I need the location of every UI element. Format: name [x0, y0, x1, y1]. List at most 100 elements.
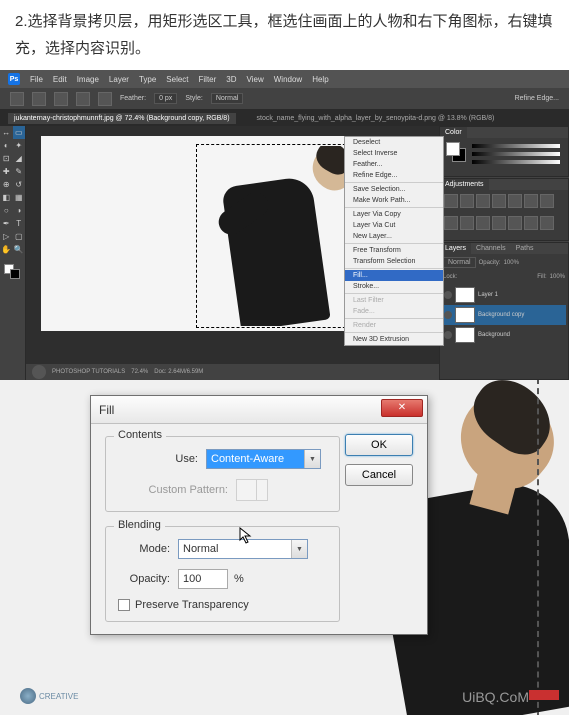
ctx-select-inverse[interactable]: Select Inverse — [345, 148, 443, 159]
menu-select[interactable]: Select — [166, 75, 188, 84]
adj-poster-icon[interactable] — [508, 216, 522, 230]
ctx-fill[interactable]: Fill... — [345, 270, 443, 281]
layer-item[interactable]: Background copy — [442, 305, 566, 325]
color-slider2[interactable] — [472, 152, 560, 156]
move-tool-icon[interactable]: ↔ — [0, 126, 13, 139]
layer-item[interactable]: Layer 1 — [442, 285, 566, 305]
marquee-preset-icon[interactable] — [10, 92, 24, 106]
preserve-checkbox[interactable] — [118, 599, 130, 611]
eye-icon[interactable] — [444, 291, 452, 299]
sel-sub-icon[interactable] — [76, 92, 90, 106]
adj-invert-icon[interactable] — [492, 216, 506, 230]
heal-tool-icon[interactable]: ✚ — [0, 165, 13, 178]
menu-view[interactable]: View — [247, 75, 264, 84]
menu-image[interactable]: Image — [77, 75, 99, 84]
menu-help[interactable]: Help — [312, 75, 328, 84]
paths-tab[interactable]: Paths — [511, 243, 539, 254]
adj-exposure-icon[interactable] — [492, 194, 506, 208]
adj-levels-icon[interactable] — [460, 194, 474, 208]
brush-tool-icon[interactable]: ✎ — [13, 165, 26, 178]
ctx-3d-extrusion[interactable]: New 3D Extrusion — [345, 334, 443, 345]
adj-lookup-icon[interactable] — [476, 216, 490, 230]
blend-mode-select[interactable]: Normal — [443, 257, 476, 268]
adj-hue-icon[interactable] — [524, 194, 538, 208]
color-slider[interactable] — [472, 144, 560, 148]
feather-input[interactable]: 0 px — [154, 93, 177, 104]
color-slider3[interactable] — [472, 160, 560, 164]
close-button[interactable]: ✕ — [381, 399, 423, 417]
lasso-tool-icon[interactable]: ◐ — [0, 139, 13, 152]
color-swatch[interactable] — [446, 142, 466, 162]
menu-3d[interactable]: 3D — [226, 75, 236, 84]
ctx-feather[interactable]: Feather... — [345, 159, 443, 170]
chevron-down-icon[interactable]: ▼ — [304, 450, 320, 468]
adj-photo-icon[interactable] — [444, 216, 458, 230]
cancel-button[interactable]: Cancel — [345, 464, 413, 486]
menu-type[interactable]: Type — [139, 75, 156, 84]
ctx-layer-copy[interactable]: Layer Via Copy — [345, 209, 443, 220]
ctx-refine[interactable]: Refine Edge... — [345, 170, 443, 181]
ok-button[interactable]: OK — [345, 434, 413, 456]
type-tool-icon[interactable]: T — [13, 217, 26, 230]
color-tab[interactable]: Color — [440, 127, 467, 138]
menu-layer[interactable]: Layer — [109, 75, 129, 84]
menu-edit[interactable]: Edit — [53, 75, 67, 84]
tab-other[interactable]: stock_name_flying_with_alpha_layer_by_se… — [251, 113, 501, 124]
adj-brightness-icon[interactable] — [444, 194, 458, 208]
style-select[interactable]: Normal — [211, 93, 244, 104]
hand-tool-icon[interactable]: ✋ — [0, 243, 13, 256]
marquee-tool-icon[interactable]: ▭ — [13, 126, 26, 139]
ctx-work-path[interactable]: Make Work Path... — [345, 195, 443, 206]
stamp-tool-icon[interactable]: ⊕ — [0, 178, 13, 191]
ctx-transform-sel[interactable]: Transform Selection — [345, 256, 443, 267]
path-tool-icon[interactable]: ▷ — [0, 230, 13, 243]
refine-edge-button[interactable]: Refine Edge... — [515, 95, 559, 102]
layers-tab[interactable]: Layers — [440, 243, 471, 254]
eyedropper-tool-icon[interactable]: ◢ — [13, 152, 26, 165]
eye-icon[interactable] — [444, 331, 452, 339]
fill-dialog: Fill ✕ OK Cancel Contents Use: Content-A… — [90, 395, 428, 635]
ctx-layer-cut[interactable]: Layer Via Cut — [345, 220, 443, 231]
gradient-tool-icon[interactable]: ▦ — [13, 191, 26, 204]
adj-thresh-icon[interactable] — [524, 216, 538, 230]
use-select[interactable]: Content-Aware ▼ — [206, 449, 321, 469]
adj-vibrance-icon[interactable] — [508, 194, 522, 208]
opacity-input[interactable]: 100 — [178, 569, 228, 589]
adj-curves-icon[interactable] — [476, 194, 490, 208]
canvas-area[interactable]: Deselect Select Inverse Feather... Refin… — [26, 126, 439, 380]
blur-tool-icon[interactable]: ○ — [0, 204, 13, 217]
chevron-down-icon[interactable]: ▼ — [291, 540, 307, 558]
ctx-stroke[interactable]: Stroke... — [345, 281, 443, 292]
menu-filter[interactable]: Filter — [199, 75, 217, 84]
adj-bw-icon[interactable] — [540, 194, 554, 208]
channels-tab[interactable]: Channels — [471, 243, 511, 254]
adjustments-tab[interactable]: Adjustments — [440, 179, 489, 190]
sel-new-icon[interactable] — [32, 92, 46, 106]
color-swatch-icon[interactable] — [0, 262, 25, 282]
sel-add-icon[interactable] — [54, 92, 68, 106]
ctx-free-transform[interactable]: Free Transform — [345, 245, 443, 256]
layer-item[interactable]: Background — [442, 325, 566, 345]
ctx-save-sel[interactable]: Save Selection... — [345, 184, 443, 195]
adj-grad-icon[interactable] — [540, 216, 554, 230]
history-tool-icon[interactable]: ↺ — [13, 178, 26, 191]
opacity-value[interactable]: 100% — [504, 260, 519, 266]
dialog-titlebar[interactable]: Fill ✕ — [91, 396, 427, 424]
menu-window[interactable]: Window — [274, 75, 302, 84]
sel-intersect-icon[interactable] — [98, 92, 112, 106]
fill-value[interactable]: 100% — [550, 274, 565, 280]
eye-icon[interactable] — [444, 311, 452, 319]
tab-active[interactable]: jukanternay-christophmunnft.jpg @ 72.4% … — [8, 113, 236, 124]
zoom-level[interactable]: 72.4% — [131, 369, 148, 375]
eraser-tool-icon[interactable]: ◧ — [0, 191, 13, 204]
dodge-tool-icon[interactable]: ◑ — [13, 204, 26, 217]
menu-file[interactable]: File — [30, 75, 43, 84]
pen-tool-icon[interactable]: ✒ — [0, 217, 13, 230]
crop-tool-icon[interactable]: ⊡ — [0, 152, 13, 165]
ctx-deselect[interactable]: Deselect — [345, 137, 443, 148]
adj-mixer-icon[interactable] — [460, 216, 474, 230]
zoom-tool-icon[interactable]: 🔍 — [13, 243, 26, 256]
wand-tool-icon[interactable]: ✦ — [13, 139, 26, 152]
shape-tool-icon[interactable]: ▢ — [13, 230, 26, 243]
ctx-new-layer[interactable]: New Layer... — [345, 231, 443, 242]
